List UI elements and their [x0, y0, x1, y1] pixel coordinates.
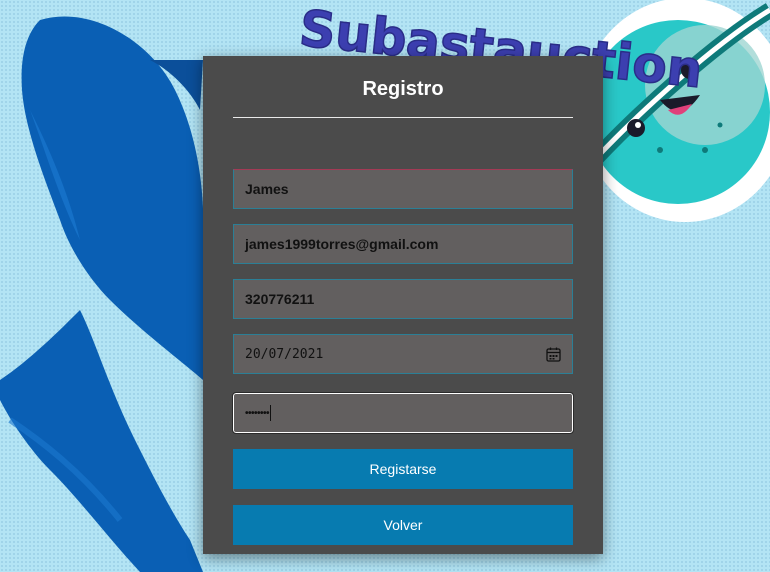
password-field[interactable]: ••••••••: [232, 392, 574, 434]
phone-field-value: 320776211: [245, 291, 315, 307]
name-field[interactable]: James: [233, 169, 573, 209]
email-field[interactable]: james1999torres@gmail.com: [233, 224, 573, 264]
calendar-icon[interactable]: [545, 346, 561, 362]
register-button[interactable]: Registarse: [233, 449, 573, 489]
birthdate-field-value: 20/07/2021: [245, 346, 324, 362]
phone-field[interactable]: 320776211: [233, 279, 573, 319]
name-field-value: James: [245, 181, 289, 197]
back-button[interactable]: Volver: [233, 505, 573, 545]
title-divider: [233, 117, 573, 118]
brush-stroke-art: [0, 16, 204, 572]
email-field-value: james1999torres@gmail.com: [245, 236, 439, 252]
password-field-value: ••••••••: [245, 407, 270, 419]
form-title: Registro: [362, 78, 444, 100]
registration-card: Registro James james1999torres@gmail.com…: [203, 56, 603, 554]
text-caret: [270, 405, 272, 421]
birthdate-field[interactable]: 20/07/2021: [233, 334, 573, 374]
